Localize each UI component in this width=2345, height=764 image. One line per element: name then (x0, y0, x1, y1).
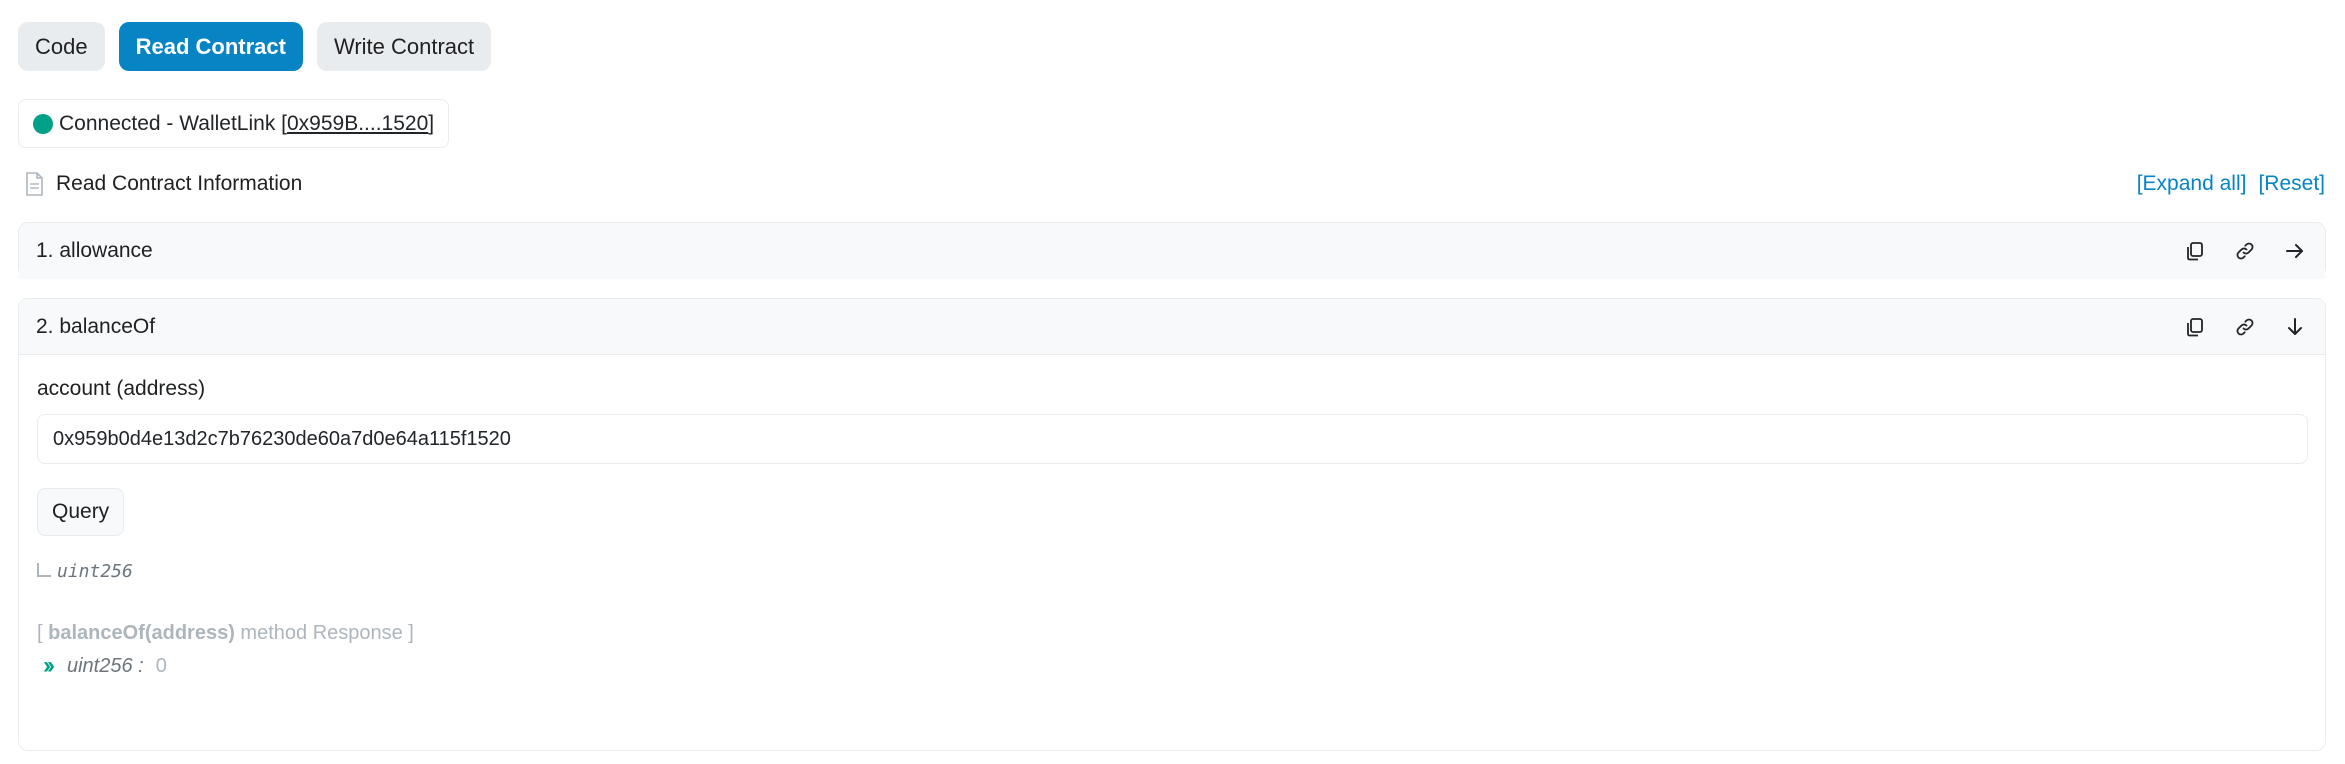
link-icon[interactable] (2232, 238, 2258, 264)
query-button[interactable]: Query (37, 488, 125, 536)
reset-link[interactable]: [Reset] (2258, 172, 2325, 196)
account-address-input[interactable] (37, 414, 2308, 464)
response-title: [ balanceOf(address) method Response ] (37, 622, 414, 644)
tab-write-contract[interactable]: Write Contract (316, 22, 492, 71)
connection-status-text: Connected - WalletLink [0x959B....1520] (59, 111, 435, 135)
function-title: 2. balanceOf (36, 314, 156, 338)
response-value: 0 (155, 654, 167, 677)
expand-all-link[interactable]: [Expand all] (2137, 172, 2247, 196)
contract-tabs: Code Read Contract Write Contract (18, 22, 492, 71)
document-icon (26, 172, 43, 196)
arrow-right-icon[interactable] (2282, 238, 2308, 264)
wallet-address-link[interactable]: 0x959B....1520 (287, 112, 428, 135)
return-type-label: uint256 (57, 561, 133, 582)
wallet-connection-badge: Connected - WalletLink [0x959B....1520] (18, 99, 450, 148)
response-type-label: uint256 : (66, 654, 144, 677)
read-contract-info-row: Read Contract Information [Expand all] [… (24, 168, 2325, 200)
tab-code[interactable]: Code (18, 22, 105, 71)
function-header-balanceof[interactable]: 2. balanceOf (19, 299, 2325, 355)
link-icon[interactable] (2232, 314, 2258, 340)
response-value-line: ›› uint256 : 0 (43, 652, 167, 680)
return-elbow-icon (37, 562, 51, 577)
read-contract-info-title: Read Contract Information (56, 172, 303, 195)
response-method-name: balanceOf(address) (48, 622, 235, 644)
copy-icon[interactable] (2182, 238, 2208, 264)
function-card-allowance: 1. allowance (18, 222, 2326, 279)
connected-status-dot-icon (33, 113, 53, 134)
param-label-account: account (address) (37, 377, 206, 400)
arrow-down-icon[interactable] (2282, 314, 2308, 340)
return-type: uint256 (37, 561, 133, 582)
double-chevron-right-icon: ›› (43, 652, 55, 679)
function-card-balanceof: 2. balanceOf account (address) Query uin… (18, 298, 2326, 751)
function-title: 1. allowance (36, 239, 153, 262)
tab-read-contract[interactable]: Read Contract (118, 22, 303, 71)
copy-icon[interactable] (2182, 314, 2208, 340)
function-header-allowance[interactable]: 1. allowance (19, 223, 2325, 279)
